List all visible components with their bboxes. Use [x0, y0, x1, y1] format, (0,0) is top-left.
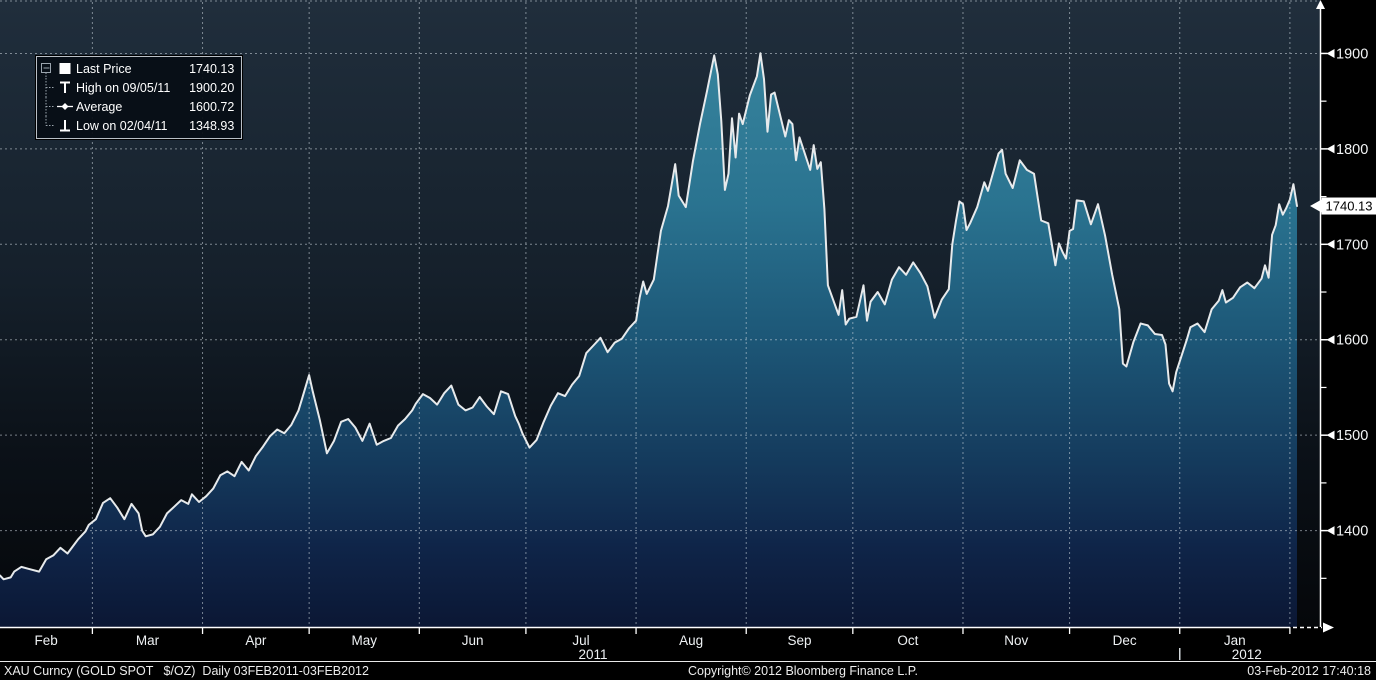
legend-item-label: High on 09/05/11 [74, 81, 180, 95]
low-marker-icon [55, 118, 74, 133]
y-tick-label: 1800 [1336, 142, 1368, 158]
y-tick-arrow-icon [1327, 240, 1335, 249]
month-label: Apr [245, 633, 267, 648]
y-tick-label: 1700 [1336, 237, 1368, 253]
chart-area[interactable]: 1900 1800 1700 1600 1500 1400 Feb Mar Apr May Jun J… [0, 0, 1376, 661]
high-marker-icon [55, 80, 74, 95]
y-tick-arrow-icon [1327, 335, 1335, 344]
y-tick-label: 1600 [1336, 333, 1368, 349]
month-label: Jul [572, 633, 589, 648]
legend-item[interactable]: Average 1600.72 [40, 97, 234, 116]
month-label: Aug [679, 633, 703, 648]
month-label: Dec [1113, 633, 1137, 648]
y-tick-arrow-icon [1327, 431, 1335, 440]
y-tick-label: 1900 [1336, 46, 1368, 62]
last-price-swatch-icon [55, 61, 74, 76]
legend-item-value: 1600.72 [180, 100, 234, 114]
month-label: Feb [35, 633, 58, 648]
last-price-label: 1740.13 [1326, 199, 1373, 214]
month-label: Jun [462, 633, 484, 648]
legend-item-label: Average [74, 100, 132, 114]
month-label: Nov [1004, 633, 1028, 648]
month-label: Mar [136, 633, 160, 648]
month-label: Jan [1224, 633, 1246, 648]
legend-item-value: 1348.93 [180, 119, 234, 133]
status-bar: XAU Curncy (GOLD SPOT $/OZ) Daily 03FEB2… [0, 661, 1376, 680]
month-label: May [351, 633, 377, 648]
legend-item[interactable]: High on 09/05/111900.20 [40, 78, 234, 97]
legend-item[interactable]: Low on 02/04/111348.93 [40, 116, 234, 135]
year-label: 2011 [578, 647, 607, 661]
security-description: XAU Curncy (GOLD SPOT $/OZ) Daily 03FEB2… [4, 663, 369, 679]
y-tick-label: 1500 [1336, 428, 1368, 444]
y-tick-arrow-icon [1327, 49, 1335, 58]
legend-tree-line [40, 97, 55, 116]
legend-tree-line [40, 78, 55, 97]
chart-legend[interactable]: Last Price1740.13High on 09/05/111900.20… [36, 56, 242, 139]
timestamp: 03-Feb-2012 17:40:18 [1247, 663, 1371, 679]
legend-expander-icon[interactable] [40, 59, 55, 78]
y-tick-arrow-icon [1327, 144, 1335, 153]
x-axis-arrow-icon [1323, 623, 1334, 633]
legend-item-value: 1900.20 [180, 81, 234, 95]
legend-tree-line [40, 116, 55, 135]
copyright-text: Copyright© 2012 Bloomberg Finance L.P. [688, 663, 918, 679]
y-tick-label: 1400 [1336, 524, 1368, 540]
average-marker-icon [55, 99, 74, 114]
year-label: 2012 [1232, 647, 1262, 661]
legend-item-label: Low on 02/04/11 [74, 119, 178, 133]
legend-item-label: Last Price [74, 62, 142, 76]
legend-item[interactable]: Last Price 1740.13 [40, 59, 234, 78]
y-tick-arrow-icon [1327, 526, 1335, 535]
month-label: Sep [788, 633, 812, 648]
month-label: Oct [897, 633, 918, 648]
legend-item-value: 1740.13 [180, 62, 234, 76]
